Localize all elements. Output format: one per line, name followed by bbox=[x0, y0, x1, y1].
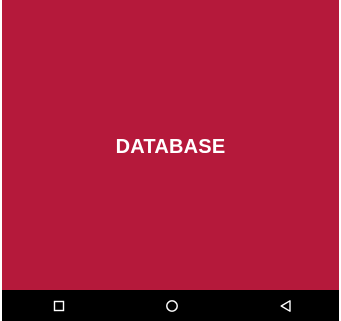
home-button[interactable] bbox=[152, 290, 192, 321]
phone-screen: DATABASE bbox=[2, 0, 339, 321]
system-navigation-bar bbox=[2, 290, 339, 321]
splash-screen: DATABASE bbox=[2, 0, 339, 290]
triangle-back-icon bbox=[280, 299, 291, 312]
back-button[interactable] bbox=[266, 290, 306, 321]
circle-home-icon bbox=[166, 299, 178, 312]
splash-title: DATABASE bbox=[115, 135, 226, 158]
square-recents-icon bbox=[53, 300, 65, 311]
recents-button[interactable] bbox=[39, 290, 79, 321]
